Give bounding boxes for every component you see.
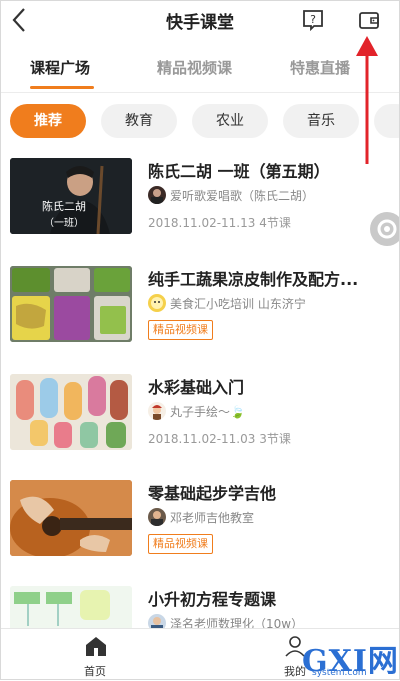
tabs-divider	[0, 92, 400, 93]
course-schedule: 2018.11.02-11.13 4节课	[148, 216, 291, 230]
premium-video-badge: 精品视频课	[148, 534, 213, 554]
chip-agriculture[interactable]: 农业	[192, 104, 268, 138]
course-title[interactable]: 小升初方程专题课	[148, 586, 388, 610]
top-bar: 快手课堂 ?	[0, 0, 400, 40]
category-tabs: 课程广场 精品视频课 特惠直播	[0, 48, 400, 92]
chip-recommend[interactable]: 推荐	[10, 104, 86, 138]
teacher-name: 丸子手绘～🍃	[170, 405, 245, 419]
teacher-name: 邓老师吉他教室	[170, 511, 255, 525]
help-icon[interactable]: ?	[301, 8, 325, 32]
course-title[interactable]: 零基础起步学吉他	[148, 480, 388, 504]
active-tab-indicator	[30, 86, 94, 89]
course-item[interactable]: 陈氏二胡 （一班） 陈氏二胡 一班（第五期） 爱听歌爱唱歌（陈氏二胡） 2018…	[0, 158, 400, 264]
teacher-name: 美食汇小吃培训 山东济宁	[170, 297, 306, 311]
course-title[interactable]: 水彩基础入门	[148, 374, 388, 398]
tab-premium-video[interactable]: 精品视频课	[157, 57, 232, 78]
course-schedule: 2018.11.02-11.03 3节课	[148, 432, 291, 446]
filter-chips: 推荐 教育 农业 音乐	[0, 104, 400, 140]
thumb-caption-1: 陈氏二胡	[42, 199, 86, 213]
wallet-icon[interactable]	[357, 8, 381, 32]
course-thumbnail	[10, 266, 132, 342]
watermark-domain: system.com	[312, 668, 367, 678]
course-thumbnail: 陈氏二胡 （一班）	[10, 158, 132, 234]
annotation-arrow-icon	[356, 36, 378, 164]
course-thumbnail	[10, 374, 132, 450]
tab-special-live[interactable]: 特惠直播	[290, 57, 350, 78]
course-item[interactable]: 纯手工蔬果凉皮制作及配方... 美食汇小吃培训 山东济宁 精品视频课	[0, 266, 400, 372]
site-watermark: GXI网 system.com	[300, 634, 400, 680]
page-title: 快手课堂	[166, 13, 234, 33]
course-item[interactable]: 水彩基础入门 丸子手绘～🍃 2018.11.02-11.03 3节课	[0, 374, 400, 480]
course-title[interactable]: 纯手工蔬果凉皮制作及配方...	[148, 266, 388, 290]
teacher-name: 爱听歌爱唱歌（陈氏二胡）	[170, 189, 315, 203]
chip-education[interactable]: 教育	[101, 104, 177, 138]
chip-music[interactable]: 音乐	[283, 104, 359, 138]
course-thumbnail	[10, 586, 132, 628]
svg-text:?: ?	[310, 13, 316, 26]
gear-icon	[377, 219, 397, 239]
premium-video-badge: 精品视频课	[148, 320, 213, 340]
teacher-name: 泽名老师数理化（10w）	[170, 617, 304, 628]
course-item[interactable]: 零基础起步学吉他 邓老师吉他教室 精品视频课	[0, 480, 400, 586]
thumb-caption-2: （一班）	[44, 217, 84, 229]
tab-course-plaza[interactable]: 课程广场	[30, 57, 90, 78]
nav-home-label[interactable]: 首页	[84, 663, 106, 679]
course-item[interactable]: 小升初方程专题课 泽名老师数理化（10w）	[0, 586, 400, 628]
teacher-avatar	[148, 294, 166, 312]
floating-assist-button[interactable]	[370, 212, 400, 246]
teacher-avatar	[148, 614, 166, 628]
home-icon[interactable]	[84, 635, 108, 657]
course-thumbnail	[10, 480, 132, 556]
teacher-avatar	[148, 402, 166, 420]
teacher-avatar	[148, 186, 166, 204]
teacher-avatar	[148, 508, 166, 526]
